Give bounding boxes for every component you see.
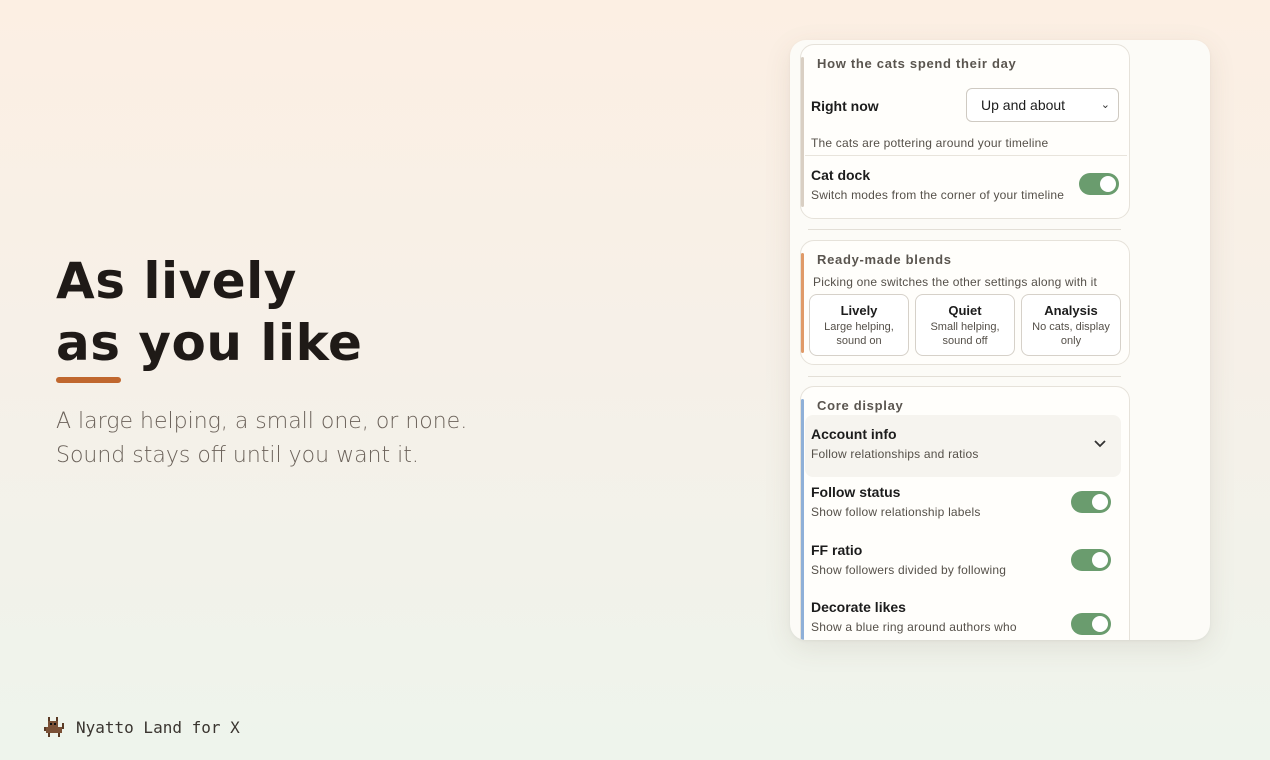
blend-quiet-button[interactable]: Quiet Small helping, sound off xyxy=(915,294,1015,356)
account-info-desc: Follow relationships and ratios xyxy=(811,447,979,461)
blends-card-accent xyxy=(801,253,804,353)
blend-desc-line-2: only xyxy=(1060,335,1082,347)
toggle-knob xyxy=(1100,176,1116,192)
section-separator xyxy=(808,229,1121,230)
toggle-knob xyxy=(1092,552,1108,568)
settings-panel: How the cats spend their day Right now U… xyxy=(790,40,1210,640)
section-separator xyxy=(808,376,1121,377)
blends-desc: Picking one switches the other settings … xyxy=(813,275,1098,289)
mode-select[interactable]: Up and about ⌄ xyxy=(966,88,1119,122)
core-card-title: Core display xyxy=(817,398,904,413)
day-card: How the cats spend their day Right now U… xyxy=(800,44,1130,219)
follow-status-desc: Show follow relationship labels xyxy=(811,505,981,519)
blend-name: Quiet xyxy=(948,303,982,318)
blend-desc-line-2: sound on xyxy=(836,335,882,347)
blends-card-title: Ready-made blends xyxy=(817,252,952,267)
account-info-title: Account info xyxy=(811,426,897,442)
day-card-accent xyxy=(801,57,804,207)
decorate-likes-toggle[interactable] xyxy=(1071,613,1111,635)
account-info-row[interactable] xyxy=(805,415,1121,477)
hero-heading: As lively as you like xyxy=(56,250,362,383)
decorate-likes-title: Decorate likes xyxy=(811,599,906,615)
toggle-knob xyxy=(1092,616,1108,632)
follow-status-title: Follow status xyxy=(811,484,901,500)
mode-select-value: Up and about xyxy=(981,97,1066,113)
hero-line-1: As lively xyxy=(56,252,297,310)
cat-dock-toggle[interactable] xyxy=(1079,173,1119,195)
toggle-knob xyxy=(1092,494,1108,510)
hero-line-2: as you like xyxy=(56,314,363,372)
core-card-accent xyxy=(801,399,804,640)
follow-status-toggle[interactable] xyxy=(1071,491,1111,513)
cat-dock-desc: Switch modes from the corner of your tim… xyxy=(811,188,1065,202)
subtitle-line-1: A large helping, a small one, or none. xyxy=(56,409,468,434)
blend-desc-line-1: Small helping, xyxy=(930,321,1000,333)
cat-icon xyxy=(44,717,64,737)
blend-name: Lively xyxy=(840,303,878,318)
ff-ratio-title: FF ratio xyxy=(811,542,863,558)
day-card-title: How the cats spend their day xyxy=(817,56,1017,71)
blend-desc-line-1: Large helping, xyxy=(824,321,894,333)
blend-lively-button[interactable]: Lively Large helping, sound on xyxy=(809,294,909,356)
right-now-desc: The cats are pottering around your timel… xyxy=(811,136,1049,150)
blend-desc-line-1: No cats, display xyxy=(1032,321,1110,333)
ff-ratio-desc: Show followers divided by following xyxy=(811,563,1007,577)
ff-ratio-toggle[interactable] xyxy=(1071,549,1111,571)
brand-name: Nyatto Land for X xyxy=(76,717,240,737)
cat-dock-title: Cat dock xyxy=(811,167,871,183)
hero-underline xyxy=(56,377,121,383)
hero-subtitle: A large helping, a small one, or none. S… xyxy=(56,405,467,473)
blends-card: Ready-made blends Picking one switches t… xyxy=(800,240,1130,365)
subtitle-line-2: Sound stays off until you want it. xyxy=(56,443,419,468)
right-now-label: Right now xyxy=(811,98,879,114)
core-card: Core display Account info Follow relatio… xyxy=(800,386,1130,640)
brand: Nyatto Land for X xyxy=(42,715,240,739)
blend-name: Analysis xyxy=(1044,303,1098,318)
chevron-down-icon[interactable] xyxy=(1093,439,1107,449)
blend-desc-line-2: sound off xyxy=(942,335,988,347)
day-divider xyxy=(805,155,1127,156)
chevron-down-icon: ⌄ xyxy=(1100,99,1110,111)
blend-analysis-button[interactable]: Analysis No cats, display only xyxy=(1021,294,1121,356)
decorate-likes-desc: Show a blue ring around authors who xyxy=(811,620,1017,634)
